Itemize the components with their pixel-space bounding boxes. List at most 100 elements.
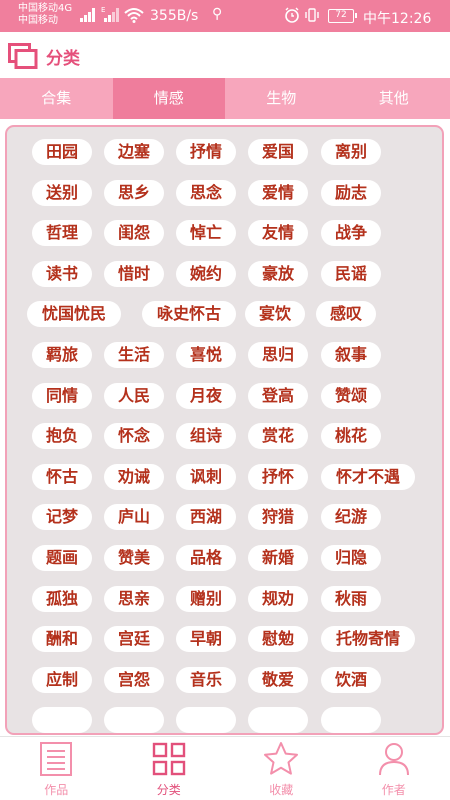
nav-favorites[interactable]: 收藏 <box>225 737 338 800</box>
category-chip[interactable]: 宫廷 <box>104 626 164 653</box>
category-chip[interactable]: 战争 <box>321 220 381 247</box>
nav-favorites-label: 收藏 <box>269 783 294 797</box>
category-chip[interactable]: 酬和 <box>32 626 92 653</box>
category-chip[interactable]: 人民 <box>104 382 164 409</box>
category-chip[interactable]: 抒情 <box>176 139 236 165</box>
clock: 中午12:26 <box>363 11 432 27</box>
category-chip[interactable]: 田园 <box>32 139 92 165</box>
category-chip[interactable]: 咏史怀古 <box>142 301 236 328</box>
category-chip[interactable]: 狩猎 <box>248 504 308 531</box>
page-title: 分类 <box>46 49 80 69</box>
category-chip[interactable]: 劝诫 <box>104 463 164 490</box>
carrier-info: 中国移动4G 中国移动 <box>18 3 72 27</box>
category-chip[interactable]: 读书 <box>32 260 92 287</box>
tab-biology[interactable]: 生物 <box>225 78 338 119</box>
tab-collection[interactable]: 合集 <box>0 78 113 119</box>
category-chip[interactable]: 感叹 <box>316 301 376 328</box>
category-chip-partial[interactable] <box>248 707 308 733</box>
battery-icon: 72 <box>328 9 357 23</box>
category-chip[interactable]: 抱负 <box>32 423 92 450</box>
category-chip[interactable]: 同情 <box>32 382 92 409</box>
category-chip[interactable]: 叙事 <box>321 342 381 368</box>
category-chip[interactable]: 生活 <box>104 342 164 368</box>
category-chip[interactable]: 组诗 <box>176 423 236 450</box>
category-chip[interactable]: 哲理 <box>32 220 92 247</box>
wifi-icon <box>124 8 144 23</box>
category-chip[interactable]: 慰勉 <box>248 626 308 653</box>
category-chip[interactable]: 赞颂 <box>321 382 381 409</box>
nav-works[interactable]: 作品 <box>0 737 113 800</box>
nav-category[interactable]: 分类 <box>113 737 226 800</box>
category-chip[interactable]: 桃花 <box>321 423 381 450</box>
category-chip[interactable]: 思乡 <box>104 179 164 206</box>
category-chip[interactable]: 爱国 <box>248 139 308 165</box>
list-icon <box>40 742 73 776</box>
nav-category-label: 分类 <box>156 783 181 797</box>
category-chip[interactable]: 惜时 <box>104 260 164 287</box>
category-chip-partial[interactable] <box>176 707 236 733</box>
category-chip[interactable]: 题画 <box>32 545 92 571</box>
category-chip[interactable]: 思归 <box>248 342 308 368</box>
category-chip[interactable]: 边塞 <box>104 139 164 165</box>
category-chip-partial[interactable] <box>104 707 164 733</box>
category-chip[interactable]: 忧国忧民 <box>27 301 121 328</box>
category-chip[interactable]: 宫怨 <box>104 666 164 693</box>
category-chip[interactable]: 送别 <box>32 179 92 206</box>
usb-icon: ⚲ <box>212 6 223 22</box>
category-chip[interactable]: 月夜 <box>176 382 236 409</box>
category-chip[interactable]: 应制 <box>32 666 92 693</box>
status-bar: 中国移动4G 中国移动 E 355B/s ⚲ 72 中午12:26 <box>0 0 450 32</box>
category-chip[interactable]: 婉约 <box>176 260 236 287</box>
category-chip[interactable]: 品格 <box>176 545 236 571</box>
tab-other[interactable]: 其他 <box>338 78 450 119</box>
category-chip[interactable]: 秋雨 <box>321 585 381 612</box>
category-chip[interactable]: 怀念 <box>104 423 164 450</box>
category-chip[interactable]: 敬爱 <box>248 666 308 693</box>
signal-2-icon <box>104 8 119 22</box>
category-chip[interactable]: 饮酒 <box>321 666 381 693</box>
category-chip-partial[interactable] <box>321 707 381 733</box>
category-chip[interactable]: 托物寄情 <box>321 626 415 653</box>
category-chip[interactable]: 离别 <box>321 139 381 165</box>
category-chip[interactable]: 思念 <box>176 179 236 206</box>
category-chip[interactable]: 孤独 <box>32 585 92 612</box>
star-icon <box>264 742 299 775</box>
category-chip[interactable]: 闺怨 <box>104 220 164 247</box>
category-chip[interactable]: 爱情 <box>248 179 308 206</box>
category-chip[interactable]: 规劝 <box>248 585 308 612</box>
category-chip[interactable]: 赠别 <box>176 585 236 612</box>
tab-emotion[interactable]: 情感 <box>112 78 225 119</box>
category-chip[interactable]: 赏花 <box>248 423 308 450</box>
category-chip[interactable]: 音乐 <box>176 666 236 693</box>
category-chip[interactable]: 悼亡 <box>176 220 236 247</box>
category-chip[interactable]: 豪放 <box>248 260 308 287</box>
category-chip[interactable]: 羁旅 <box>32 342 92 368</box>
category-chip[interactable]: 励志 <box>321 179 381 206</box>
vibrate-icon <box>305 8 319 22</box>
carrier-1: 中国移动4G <box>18 3 73 14</box>
category-chip[interactable]: 赞美 <box>104 545 164 571</box>
category-chip[interactable]: 喜悦 <box>176 342 236 368</box>
category-chip[interactable]: 新婚 <box>248 545 308 571</box>
category-chip[interactable]: 早朝 <box>176 626 236 653</box>
category-panel[interactable]: 田园 边塞 抒情 爱国 离别送别 思乡 思念 爱情 励志哲理 闺怨 悼亡 友情 战争读书 惜时 婉约 豪放 民谣… <box>5 125 444 735</box>
carrier-2: 中国移动 <box>18 15 58 26</box>
category-chip[interactable]: 登高 <box>248 382 308 409</box>
category-chip[interactable]: 怀才不遇 <box>321 463 415 490</box>
category-chip[interactable]: 纪游 <box>321 504 381 531</box>
nav-authors[interactable]: 作者 <box>338 737 450 800</box>
category-chip[interactable]: 抒怀 <box>248 463 308 490</box>
category-chip-partial[interactable] <box>32 707 92 733</box>
category-chip[interactable]: 宴饮 <box>245 301 305 328</box>
category-chip[interactable]: 友情 <box>248 220 308 247</box>
category-chip[interactable]: 民谣 <box>321 260 381 287</box>
category-chip[interactable]: 归隐 <box>321 545 381 571</box>
category-chip[interactable]: 思亲 <box>104 585 164 612</box>
bottom-nav: 作品 分类 收藏 作者 <box>0 736 450 800</box>
category-chip[interactable]: 西湖 <box>176 504 236 531</box>
category-chip[interactable]: 庐山 <box>104 504 164 531</box>
category-chip[interactable]: 怀古 <box>32 463 92 490</box>
tab-bar: 合集 情感 生物 其他 <box>0 78 450 119</box>
category-chip[interactable]: 讽刺 <box>176 463 236 490</box>
category-chip[interactable]: 记梦 <box>32 504 92 531</box>
